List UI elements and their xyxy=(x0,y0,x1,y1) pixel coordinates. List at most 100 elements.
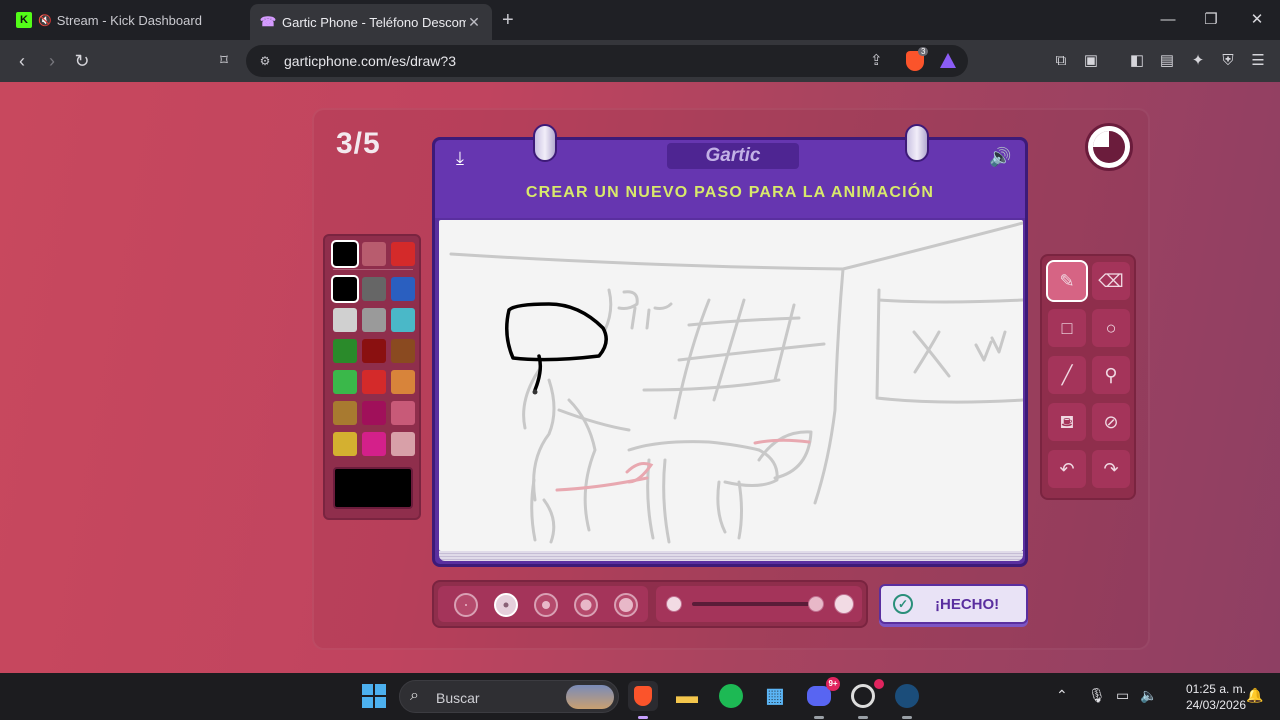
reload-button[interactable]: ↻ xyxy=(70,49,94,73)
tab-kick-dashboard[interactable]: K 🔇 Stream - Kick Dashboard xyxy=(6,4,246,36)
ellipse-icon[interactable]: ○ xyxy=(1092,309,1130,347)
opacity-max-icon[interactable] xyxy=(834,594,854,614)
color-swatch[interactable] xyxy=(333,370,357,394)
recording-dot xyxy=(874,679,884,689)
new-tab-button[interactable]: + xyxy=(502,9,514,32)
check-icon: ✓ xyxy=(893,594,913,614)
store-icon[interactable]: ▦ xyxy=(760,681,790,711)
binder-ring-right xyxy=(905,124,929,162)
restore-button[interactable]: ❐ xyxy=(1199,8,1223,32)
gartic-page: 3/5 ⤓ Gartic 🔊 CREAR UN NUEVO PASO PARA … xyxy=(0,82,1280,673)
discord-badge: 9+ xyxy=(826,677,840,691)
brush-size-option[interactable] xyxy=(614,593,638,617)
tab-title: Stream - Kick Dashboard xyxy=(56,12,202,28)
undo-icon[interactable]: ↶ xyxy=(1048,450,1086,488)
recent-color-swatch[interactable] xyxy=(391,242,415,266)
rectangle-icon[interactable]: □ xyxy=(1048,309,1086,347)
search-highlight-image xyxy=(566,685,614,709)
recent-color-swatch[interactable] xyxy=(331,240,359,268)
browser-toolbar: ‹ › ↻ ⌑ ⚙ garticphone.com/es/draw?3 ⇪ 3 … xyxy=(0,40,1280,82)
color-swatch[interactable] xyxy=(391,401,415,425)
brush-size-option[interactable] xyxy=(454,593,478,617)
leo-icon[interactable]: ✦ xyxy=(1186,49,1210,73)
recent-color-swatch[interactable] xyxy=(362,242,386,266)
color-swatch[interactable] xyxy=(391,432,415,456)
notifications-icon[interactable]: 🔔 xyxy=(1246,687,1263,704)
wallet-icon[interactable]: ▤ xyxy=(1155,49,1179,73)
color-swatch[interactable] xyxy=(391,308,415,332)
color-swatch[interactable] xyxy=(391,370,415,394)
opacity-min-icon[interactable] xyxy=(666,596,682,612)
vpn-icon[interactable]: ⛨ xyxy=(1216,49,1240,73)
tray-chevron-icon[interactable]: ⌃ xyxy=(1056,687,1068,704)
url-text[interactable]: garticphone.com/es/draw?3 xyxy=(284,53,456,69)
close-icon[interactable]: ✕ xyxy=(466,14,482,31)
color-swatch[interactable] xyxy=(362,308,386,332)
color-swatch[interactable] xyxy=(362,277,386,301)
reader-icon[interactable]: ▣ xyxy=(1079,49,1103,73)
brush-size-option[interactable] xyxy=(494,593,518,617)
close-window-button[interactable]: ✕ xyxy=(1245,8,1269,32)
obs-icon[interactable] xyxy=(848,679,884,719)
color-swatch[interactable] xyxy=(333,432,357,456)
color-swatch[interactable] xyxy=(362,401,386,425)
color-swatch[interactable] xyxy=(333,401,357,425)
done-button-label: ¡HECHO! xyxy=(935,595,1000,613)
back-button[interactable]: ‹ xyxy=(10,49,34,73)
shields-count-badge: 3 xyxy=(918,47,929,56)
clock-date: 24/03/2026 xyxy=(1185,698,1246,712)
network-icon[interactable]: ▭ xyxy=(1116,687,1129,704)
brush-size-option[interactable] xyxy=(534,593,558,617)
steam-icon[interactable] xyxy=(892,681,922,719)
menu-icon[interactable]: ☰ xyxy=(1246,49,1270,73)
color-swatch[interactable] xyxy=(362,370,386,394)
color-swatch[interactable] xyxy=(333,339,357,363)
pencil-icon[interactable]: ✎ xyxy=(1046,260,1088,302)
gartic-logo: Gartic xyxy=(667,143,799,169)
sound-icon[interactable]: 🔊 xyxy=(989,147,1011,168)
eraser-icon[interactable]: ⌫ xyxy=(1092,262,1130,300)
windows-start-icon[interactable] xyxy=(362,684,386,708)
color-swatch[interactable] xyxy=(331,275,359,303)
bookmark-icon[interactable]: ⌑ xyxy=(212,49,236,73)
color-swatch[interactable] xyxy=(362,432,386,456)
opacity-slider-handle[interactable] xyxy=(808,596,824,612)
tools-panel: ✎ ⌫ □ ○ ╱ ⚲ ⛾ ⊘ ↶ ↷ xyxy=(1040,254,1136,500)
mute-icon[interactable]: 🔇 xyxy=(38,14,52,27)
download-icon[interactable]: ⤓ xyxy=(449,148,471,170)
file-explorer-icon[interactable]: ▬ xyxy=(672,681,702,711)
extensions-icon[interactable]: ⧉ xyxy=(1049,49,1073,73)
brave-taskbar-icon[interactable] xyxy=(628,681,658,719)
share-icon[interactable]: ⇪ xyxy=(870,51,883,69)
address-bar[interactable]: ⚙ garticphone.com/es/draw?3 ⇪ 3 xyxy=(246,45,968,77)
board-pages-edge xyxy=(439,551,1023,561)
color-swatch[interactable] xyxy=(391,339,415,363)
microphone-icon[interactable]: 🎙 xyxy=(1088,687,1106,704)
taskbar-search[interactable]: ⌕ Buscar xyxy=(399,680,619,713)
color-swatch[interactable] xyxy=(333,308,357,332)
line-icon[interactable]: ╱ xyxy=(1048,356,1086,394)
volume-icon[interactable]: 🔈 xyxy=(1140,687,1157,704)
kick-icon: K xyxy=(16,12,32,28)
brush-size-option[interactable] xyxy=(574,593,598,617)
eyedropper-icon[interactable]: ⚲ xyxy=(1092,356,1130,394)
discord-icon[interactable]: 9+ xyxy=(804,677,840,719)
search-icon: ⌕ xyxy=(410,687,419,704)
opacity-slider[interactable] xyxy=(692,602,822,606)
drawing-canvas[interactable] xyxy=(439,220,1023,551)
clock[interactable]: 01:25 a. m. 24/03/2026 xyxy=(1166,681,1246,713)
color-swatch[interactable] xyxy=(362,339,386,363)
color-swatch[interactable] xyxy=(391,277,415,301)
fill-icon[interactable]: ⛾ xyxy=(1048,403,1086,441)
tab-gartic-phone[interactable]: ☎ Gartic Phone - Teléfono Descomp ✕ xyxy=(250,4,492,40)
forward-button[interactable]: › xyxy=(40,49,64,73)
done-button[interactable]: ✓ ¡HECHO! xyxy=(879,584,1028,624)
brave-rewards-icon[interactable] xyxy=(940,53,956,68)
spotify-icon[interactable] xyxy=(716,681,746,711)
clear-icon[interactable]: ⊘ xyxy=(1092,403,1130,441)
sidebar-icon[interactable]: ◧ xyxy=(1125,49,1149,73)
minimize-button[interactable]: — xyxy=(1156,8,1180,32)
tab-bar: K 🔇 Stream - Kick Dashboard ☎ Gartic Pho… xyxy=(0,0,1280,40)
redo-icon[interactable]: ↷ xyxy=(1092,450,1130,488)
site-settings-icon[interactable]: ⚙ xyxy=(256,52,274,70)
